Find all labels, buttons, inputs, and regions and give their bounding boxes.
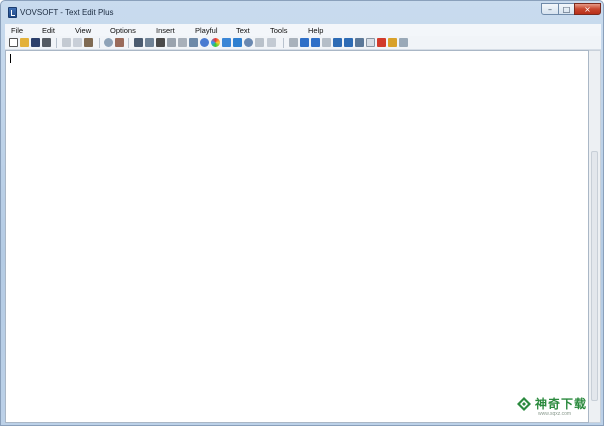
copy-window-icon[interactable] bbox=[322, 38, 331, 47]
vertical-scrollbar[interactable] bbox=[589, 50, 601, 423]
color-wheel-icon[interactable] bbox=[200, 38, 209, 47]
menu-bar: File Edit View Options Insert Playful Te… bbox=[5, 24, 601, 36]
minimize-icon: – bbox=[548, 5, 552, 14]
menu-file[interactable]: File bbox=[11, 26, 23, 35]
close-button[interactable]: × bbox=[574, 3, 601, 15]
spell-check-icon[interactable] bbox=[134, 38, 143, 47]
text-editor[interactable] bbox=[5, 50, 589, 423]
save-icon[interactable] bbox=[31, 38, 40, 47]
menu-options[interactable]: Options bbox=[110, 26, 136, 35]
replace-icon[interactable] bbox=[115, 38, 124, 47]
menu-insert[interactable]: Insert bbox=[156, 26, 175, 35]
new-file-icon[interactable] bbox=[9, 38, 18, 47]
app-logo-icon[interactable] bbox=[8, 7, 17, 18]
title-bar[interactable]: VOVSOFT - Text Edit Plus – □ × bbox=[1, 1, 603, 23]
app-window: VOVSOFT - Text Edit Plus – □ × File Edit… bbox=[0, 0, 604, 426]
menu-tools[interactable]: Tools bbox=[270, 26, 288, 35]
maximize-button[interactable]: □ bbox=[558, 3, 575, 15]
image-icon[interactable] bbox=[399, 38, 408, 47]
print-icon[interactable] bbox=[42, 38, 51, 47]
note-icon[interactable] bbox=[255, 38, 264, 47]
arrow-down-icon[interactable] bbox=[311, 38, 320, 47]
lock-icon[interactable] bbox=[167, 38, 176, 47]
filter-icon[interactable] bbox=[222, 38, 231, 47]
watermark-text: 神奇下载 bbox=[535, 397, 588, 411]
menu-help[interactable]: Help bbox=[308, 26, 323, 35]
thesaurus-icon[interactable] bbox=[145, 38, 154, 47]
close-icon: × bbox=[584, 5, 591, 14]
open-folder-icon[interactable] bbox=[20, 38, 29, 47]
scrollbar-thumb[interactable] bbox=[591, 151, 598, 401]
toolbar-separator bbox=[283, 38, 284, 48]
text-caret bbox=[10, 54, 11, 63]
word-count-icon[interactable] bbox=[156, 38, 165, 47]
window-title: VOVSOFT - Text Edit Plus bbox=[20, 8, 114, 17]
menu-edit[interactable]: Edit bbox=[42, 26, 55, 35]
site-watermark: 神奇下载 www.sqxz.com bbox=[514, 395, 604, 423]
calendar-icon[interactable] bbox=[377, 38, 386, 47]
leaf-logo-icon bbox=[517, 397, 531, 411]
sort-asc-icon[interactable] bbox=[333, 38, 342, 47]
watermark-url: www.sqxz.com bbox=[538, 411, 572, 417]
cut-icon[interactable] bbox=[62, 38, 71, 47]
sort-desc-icon[interactable] bbox=[344, 38, 353, 47]
encode-icon[interactable] bbox=[189, 38, 198, 47]
arrow-right-icon[interactable] bbox=[300, 38, 309, 47]
document-icon[interactable] bbox=[355, 38, 364, 47]
minimize-button[interactable]: – bbox=[541, 3, 559, 15]
list-icon[interactable] bbox=[244, 38, 253, 47]
brush-icon[interactable] bbox=[211, 38, 220, 47]
menu-playful[interactable]: Playful bbox=[195, 26, 218, 35]
toolbar bbox=[5, 36, 601, 50]
image-icon[interactable] bbox=[267, 38, 276, 47]
maximize-icon: □ bbox=[562, 5, 571, 14]
unlock-icon[interactable] bbox=[178, 38, 187, 47]
toolbar-separator bbox=[128, 38, 129, 48]
toolbar-separator bbox=[99, 38, 100, 48]
tools-icon[interactable] bbox=[388, 38, 397, 47]
toolbar-separator bbox=[56, 38, 57, 48]
find-icon[interactable] bbox=[104, 38, 113, 47]
menu-view[interactable]: View bbox=[75, 26, 91, 35]
copy-icon[interactable] bbox=[73, 38, 82, 47]
menu-text[interactable]: Text bbox=[236, 26, 250, 35]
paste-icon[interactable] bbox=[84, 38, 93, 47]
email-icon[interactable] bbox=[233, 38, 242, 47]
indent-icon[interactable] bbox=[289, 38, 298, 47]
document-icon[interactable] bbox=[366, 38, 375, 47]
